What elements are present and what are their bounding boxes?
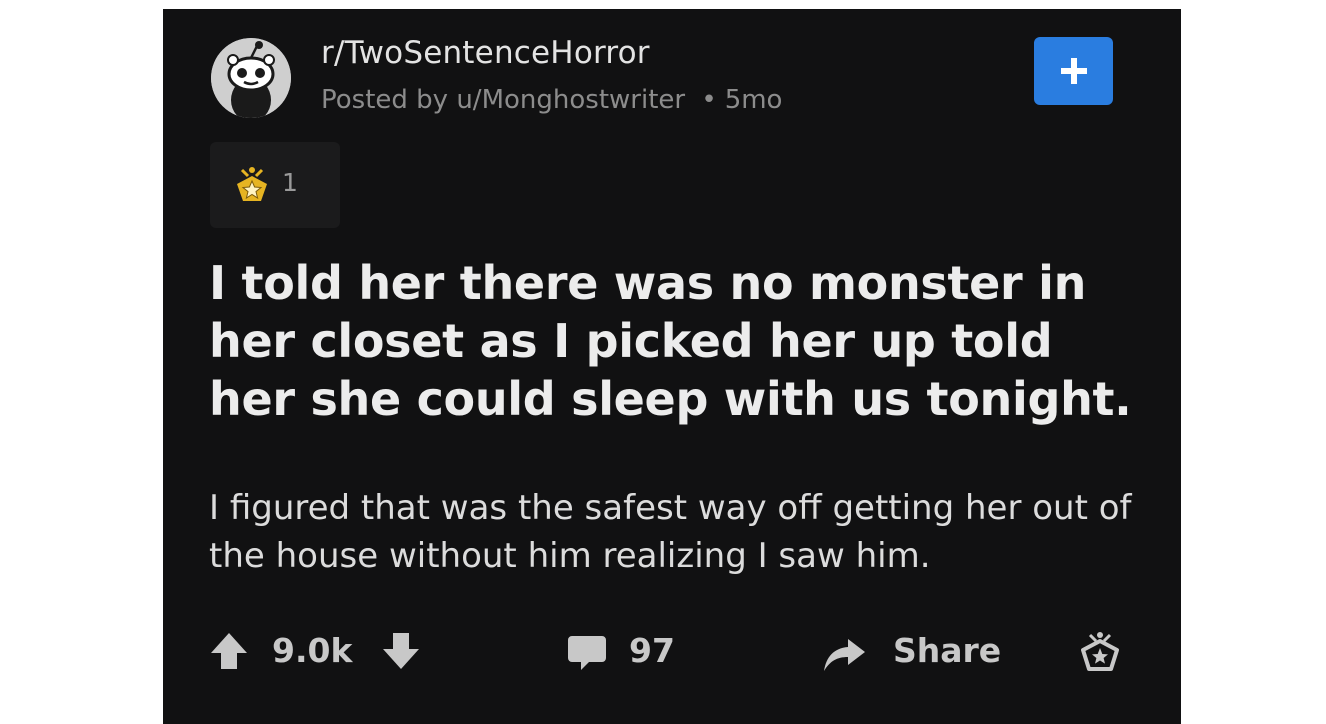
arrow-down-icon[interactable] bbox=[382, 631, 420, 671]
arrow-up-icon[interactable] bbox=[210, 631, 248, 671]
join-button[interactable] bbox=[1034, 37, 1113, 105]
subreddit-avatar-icon[interactable] bbox=[211, 38, 291, 118]
subreddit-name[interactable]: r/TwoSentenceHorror bbox=[321, 35, 650, 71]
award-count: 1 bbox=[282, 168, 298, 197]
post-age: 5mo bbox=[724, 85, 783, 115]
vote-count: 9.0k bbox=[272, 631, 353, 670]
post-meta: Posted by u/Monghostwriter • 5mo bbox=[321, 85, 782, 115]
award-outline-icon[interactable] bbox=[1078, 629, 1122, 673]
share-arrow-icon bbox=[824, 639, 865, 671]
post-card: r/TwoSentenceHorror Posted by u/Monghost… bbox=[163, 9, 1181, 724]
post-title[interactable]: I told her there was no monster in her c… bbox=[209, 254, 1149, 428]
comment-bubble-icon bbox=[568, 636, 606, 670]
plus-icon bbox=[1060, 58, 1087, 84]
share-label: Share bbox=[893, 631, 1002, 670]
comments-button[interactable]: 97 bbox=[567, 627, 707, 675]
comment-count: 97 bbox=[629, 631, 675, 670]
gold-award-icon bbox=[237, 167, 267, 201]
author-link[interactable]: u/Monghostwriter bbox=[456, 85, 685, 115]
meta-separator: • bbox=[701, 85, 717, 115]
action-bar: 9.0k 97 Share bbox=[163, 621, 1181, 681]
share-button[interactable]: Share bbox=[822, 627, 1002, 675]
post-body: I figured that was the safest way off ge… bbox=[209, 488, 1132, 576]
posted-by-label: Posted by bbox=[321, 85, 449, 115]
awards-box[interactable]: 1 bbox=[210, 142, 340, 228]
